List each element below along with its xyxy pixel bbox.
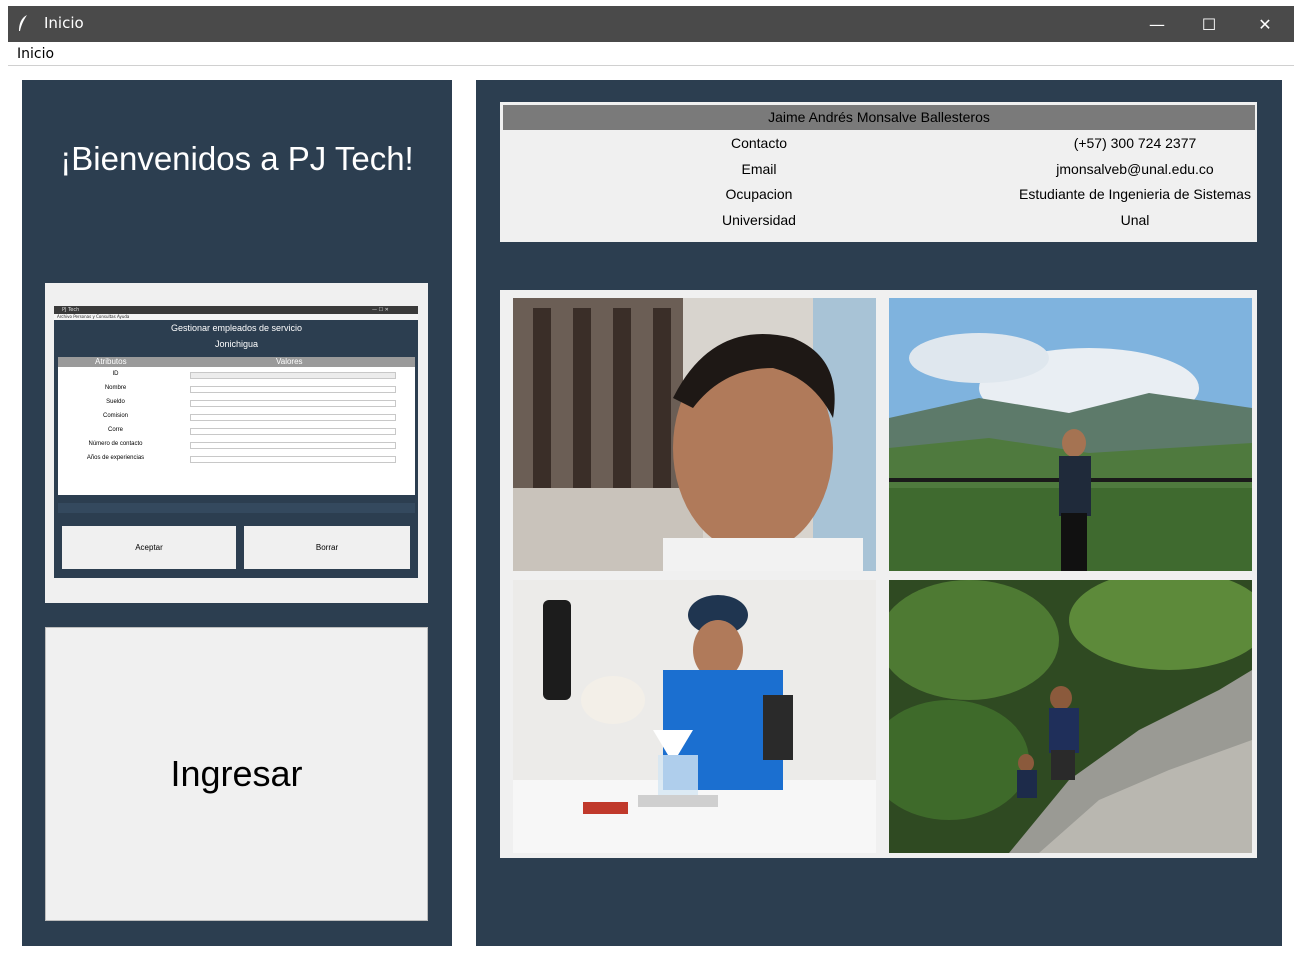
preview-field-label: Nombre [104,385,127,391]
preview-window-controls: — ☐ ✕ [372,307,389,313]
preview-field-input [190,428,396,435]
ingresar-button-label: Ingresar [170,753,303,794]
close-button[interactable]: ✕ [1241,6,1289,42]
preview-title-bar [54,306,418,314]
contact-name-header: Jaime Andrés Monsalve Ballesteros [503,105,1255,130]
preview-field-label: Número de contacto [88,441,143,447]
preview-field-label: Sueldo [106,399,125,405]
contact-label-universidad: Universidad [722,212,796,228]
preview-field-label: ID [112,371,119,377]
preview-header-subtitle: Jonichigua [58,338,415,350]
preview-field-input [190,372,396,379]
menu-bar [8,42,1294,66]
selfie-photo [513,298,876,571]
welcome-heading: ¡Bienvenidos a PJ Tech! [60,140,414,177]
preview-field-label: Años de experiencias [86,455,145,461]
rock-climbing-photo [889,580,1252,853]
preview-field-input [190,456,396,463]
preview-menu-items: Archivo Personas y Consultas Ayuda [57,314,130,319]
preview-field-input [190,386,396,393]
mountain-view-photo [889,298,1252,571]
maximize-button[interactable]: ☐ [1185,6,1233,42]
preview-delete-button: Borrar [244,526,410,569]
preview-accept-button: Aceptar [62,526,236,569]
preview-field-input [190,442,396,449]
preview-field-label: Corre [107,427,123,433]
preview-window-title: PJ Tech [62,307,80,313]
contact-value-contacto: (+57) 300 724 2377 [1073,135,1197,151]
coffee-brewing-photo [513,580,876,853]
preview-separator-bar [58,503,415,513]
preview-field-input [190,400,396,407]
window-title: Inicio [44,14,84,32]
contact-value-universidad: Unal [1120,212,1150,228]
preview-column-values: Valores [276,357,303,366]
minimize-button[interactable]: — [1133,6,1181,42]
title-bar[interactable] [8,6,1294,42]
preview-header-title: Gestionar empleados de servicio [58,322,415,334]
ingresar-button[interactable]: Ingresar [45,627,428,921]
preview-field-label: Comision [102,413,128,419]
preview-field-input [190,414,396,421]
contact-value-email: jmonsalveb@unal.edu.co [1056,161,1214,177]
preview-column-attributes: Atributos [95,357,127,366]
feather-icon [19,15,27,31]
contact-value-ocupacion: Estudiante de Ingenieria de Sistemas [1019,186,1251,202]
contact-label-contacto: Contacto [730,135,788,151]
menu-item-inicio[interactable]: Inicio [17,46,54,62]
contact-label-email: Email [741,161,777,177]
contact-label-ocupacion: Ocupacion [725,186,793,202]
